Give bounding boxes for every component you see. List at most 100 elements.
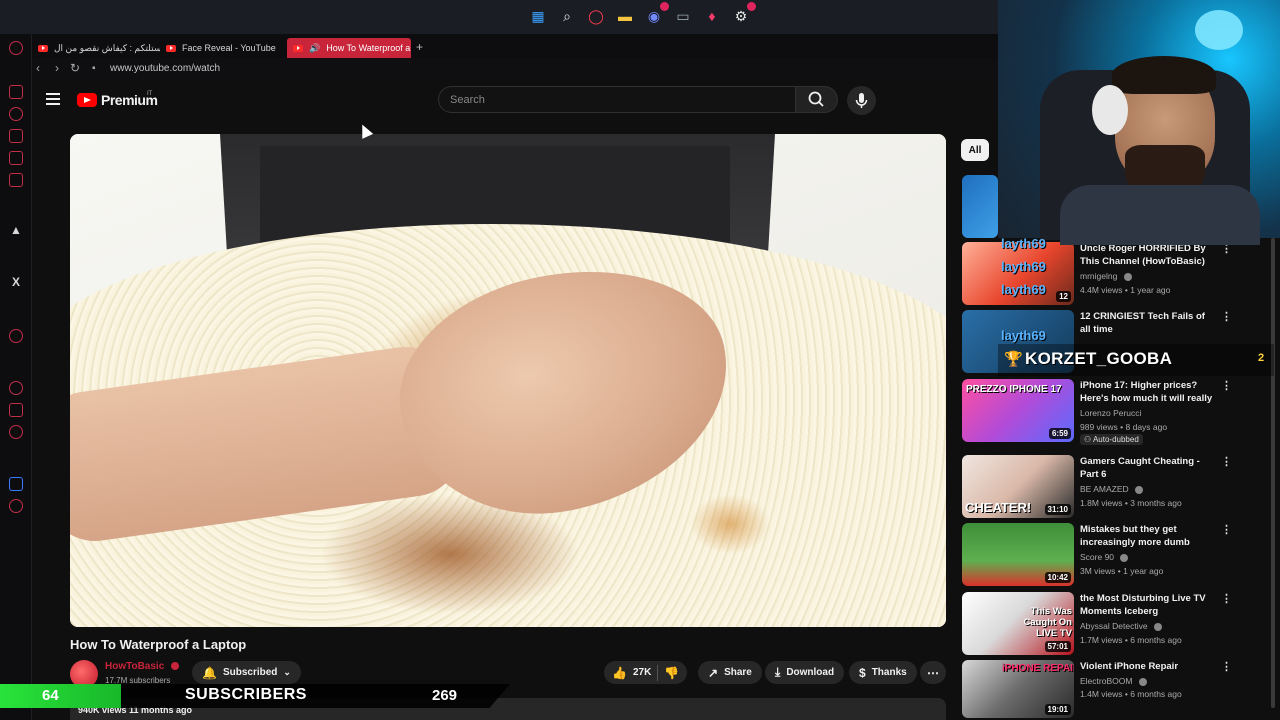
video-player[interactable]: [70, 134, 946, 627]
rec-channel[interactable]: Abyssal Detective: [1080, 621, 1162, 631]
rec-more-icon[interactable]: ⋮: [1221, 312, 1232, 323]
like-count: 27K: [632, 667, 652, 678]
thanks-button[interactable]: $ Thanks: [849, 661, 917, 684]
verified-icon: [171, 662, 180, 671]
rec-title[interactable]: 12 CRINGIEST Tech Fails of all time: [1080, 310, 1215, 336]
rec-thumbnail[interactable]: CHEATER! 31:10: [962, 455, 1074, 518]
windows-start-icon[interactable]: ▦: [526, 4, 550, 28]
like-dislike-group: 👍 27K 👎: [604, 661, 688, 684]
share-icon: ↗: [708, 665, 719, 680]
rec-channel[interactable]: BE AMAZED: [1080, 484, 1144, 494]
rec-thumbnail[interactable]: iPHONE REPAIR 19:01: [962, 660, 1074, 718]
subscribed-button[interactable]: 🔔 Subscribed ⌄: [192, 661, 301, 684]
player-icon[interactable]: [9, 151, 23, 165]
messenger-icon[interactable]: [9, 173, 23, 187]
speaker-icon[interactable]: 🔊: [309, 43, 320, 54]
rec-title[interactable]: iPhone 17: Higher prices? Here's how muc…: [1080, 379, 1215, 405]
reload-icon[interactable]: ↻: [70, 61, 80, 75]
rec-more-icon[interactable]: ⋮: [1221, 525, 1232, 536]
alert-username: KORZET_GOOBA: [1025, 349, 1173, 368]
rec-title[interactable]: Gamers Caught Cheating - Part 6: [1080, 455, 1215, 481]
rec-thumbnail[interactable]: [962, 175, 998, 238]
tab-face-reveal[interactable]: Face Reveal - YouTube: [160, 38, 284, 58]
rec-thumbnail[interactable]: This Was Caught On LIVE TV 57:01: [962, 592, 1074, 655]
rec-channel[interactable]: Lorenzo Perucci: [1080, 408, 1141, 418]
hamburger-menu-icon[interactable]: [46, 93, 60, 105]
forward-icon[interactable]: ›: [55, 61, 59, 75]
settings-icon[interactable]: ⚙: [729, 2, 756, 28]
sidebar-scrollbar[interactable]: [1271, 238, 1275, 708]
extension-icon[interactable]: [9, 499, 23, 513]
search-input[interactable]: Search: [438, 86, 796, 113]
rec-meta: 1.8M views • 3 months ago: [1080, 498, 1182, 508]
thanks-icon: $: [859, 665, 866, 680]
rec-more-icon[interactable]: ⋮: [1221, 594, 1232, 605]
back-icon[interactable]: ‹: [36, 61, 40, 75]
like-button[interactable]: 👍: [612, 666, 627, 680]
youtube-logo[interactable]: Premium: [77, 92, 158, 108]
tab-arabic-video[interactable]: أستلتكم : كيفاش نقصو من ال: [32, 38, 160, 58]
download-button[interactable]: ⤓ Download: [765, 661, 845, 684]
x-twitter-icon[interactable]: X: [9, 275, 23, 289]
vpn-shield-icon[interactable]: [9, 477, 23, 491]
webcam-headphone-ear: [1092, 85, 1128, 135]
rec-channel[interactable]: ElectroBOOM: [1080, 676, 1147, 686]
chat-username: layth69: [1001, 282, 1046, 297]
rec-title[interactable]: Uncle Roger HORRIFIED By This Channel (H…: [1080, 242, 1215, 268]
play-icon[interactable]: [9, 329, 23, 343]
chat-username: layth69: [1001, 328, 1046, 343]
share-button[interactable]: ↗ Share: [698, 661, 762, 684]
search-icon[interactable]: ⌕: [555, 4, 579, 28]
chip-all[interactable]: All: [961, 139, 989, 161]
maps-pin-icon[interactable]: ♦: [700, 4, 724, 28]
rec-channel[interactable]: mrnigelng: [1080, 271, 1132, 281]
video-duration: 12: [1056, 291, 1071, 302]
terminal-icon[interactable]: ▭: [671, 4, 695, 28]
opera-icon[interactable]: ◯: [584, 4, 608, 28]
thumbnail-text: iPHONE REPAIR: [1002, 663, 1074, 674]
search-button[interactable]: [796, 86, 838, 113]
discord-icon[interactable]: ◉: [642, 2, 669, 28]
app-icon[interactable]: ▲: [9, 223, 23, 237]
tab-how-to-waterproof[interactable]: 🔊 How To Waterproof a: [287, 38, 411, 58]
dislike-button[interactable]: 👎: [664, 666, 679, 680]
channel-name[interactable]: HowToBasic: [105, 661, 180, 672]
rec-meta: 1.7M views • 6 months ago: [1080, 635, 1182, 645]
aria-icon[interactable]: [9, 129, 23, 143]
rec-more-icon[interactable]: ⋮: [1221, 457, 1232, 468]
file-explorer-icon[interactable]: ▬: [613, 4, 637, 28]
webcam-streamer-hair: [1112, 56, 1216, 94]
youtube-favicon-icon: [38, 44, 48, 52]
rec-thumbnail[interactable]: 10:42: [962, 523, 1074, 586]
channel-avatar[interactable]: [70, 660, 98, 688]
opera-logo-icon[interactable]: [9, 41, 23, 55]
rec-meta: 4.4M views • 1 year ago: [1080, 285, 1171, 295]
url-field[interactable]: www.youtube.com/watch: [110, 63, 220, 74]
rec-more-icon[interactable]: ⋮: [1221, 662, 1232, 673]
alert-count: 2: [1258, 352, 1265, 364]
rec-more-icon[interactable]: ⋮: [1221, 244, 1232, 255]
search-icon: [808, 91, 824, 107]
rec-title[interactable]: Mistakes but they get increasingly more …: [1080, 523, 1215, 549]
rec-thumbnail[interactable]: PREZZO IPHONE 17 6:59: [962, 379, 1074, 442]
video-duration: 19:01: [1044, 704, 1071, 715]
notification-badge: [747, 2, 756, 11]
search-placeholder: Search: [450, 94, 485, 106]
rec-more-icon[interactable]: ⋮: [1221, 381, 1232, 392]
verified-icon: [1120, 553, 1129, 562]
rec-title[interactable]: Violent iPhone Repair: [1080, 660, 1215, 673]
workspace-icon[interactable]: [9, 85, 23, 99]
more-actions-button[interactable]: ⋯: [920, 661, 946, 684]
history-icon[interactable]: [9, 107, 23, 121]
rec-channel-text: ElectroBOOM: [1080, 676, 1133, 686]
new-tab-button[interactable]: +: [416, 40, 423, 54]
rec-channel-text: Abyssal Detective: [1080, 621, 1148, 631]
rec-channel[interactable]: Score 90: [1080, 552, 1129, 562]
rec-title[interactable]: the Most Disturbing Live TV Moments Iceb…: [1080, 592, 1215, 618]
voice-search-button[interactable]: [847, 86, 876, 115]
video-duration: 57:01: [1044, 641, 1071, 652]
download-icon: ⤓: [775, 665, 781, 679]
cube-icon[interactable]: [9, 403, 23, 417]
gear-icon[interactable]: [9, 425, 23, 439]
clock-icon[interactable]: [9, 381, 23, 395]
